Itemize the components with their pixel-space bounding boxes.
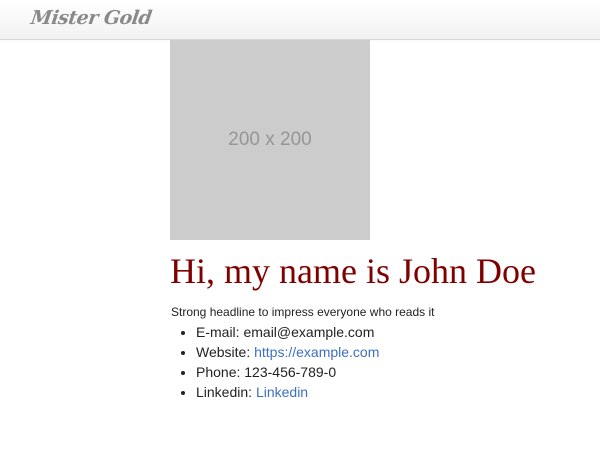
linkedin-label: Linkedin:: [196, 384, 256, 400]
navbar: Mister Gold: [0, 0, 600, 40]
email-value: email@example.com: [243, 324, 375, 340]
contact-item-website: Website: https://example.com: [196, 342, 379, 362]
contact-list: E-mail: email@example.com Website: https…: [176, 322, 379, 402]
website-link[interactable]: https://example.com: [254, 344, 379, 360]
profile-image-placeholder: 200 x 200: [170, 40, 370, 240]
linkedin-link[interactable]: Linkedin: [256, 384, 308, 400]
contact-item-phone: Phone: 123-456-789-0: [196, 362, 379, 382]
email-label: E-mail:: [196, 324, 244, 340]
phone-value: 123-456-789-0: [244, 364, 337, 380]
page-title: Hi, my name is John Doe: [170, 251, 536, 291]
image-size-label: 200 x 200: [228, 129, 312, 150]
tagline: Strong headline to impress everyone who …: [171, 305, 435, 319]
contact-item-linkedin: Linkedin: Linkedin: [196, 382, 379, 402]
phone-label: Phone:: [196, 364, 245, 380]
website-label: Website:: [196, 344, 255, 360]
brand-logo-link[interactable]: Mister Gold: [29, 7, 152, 29]
contact-item-email: E-mail: email@example.com: [196, 322, 379, 342]
